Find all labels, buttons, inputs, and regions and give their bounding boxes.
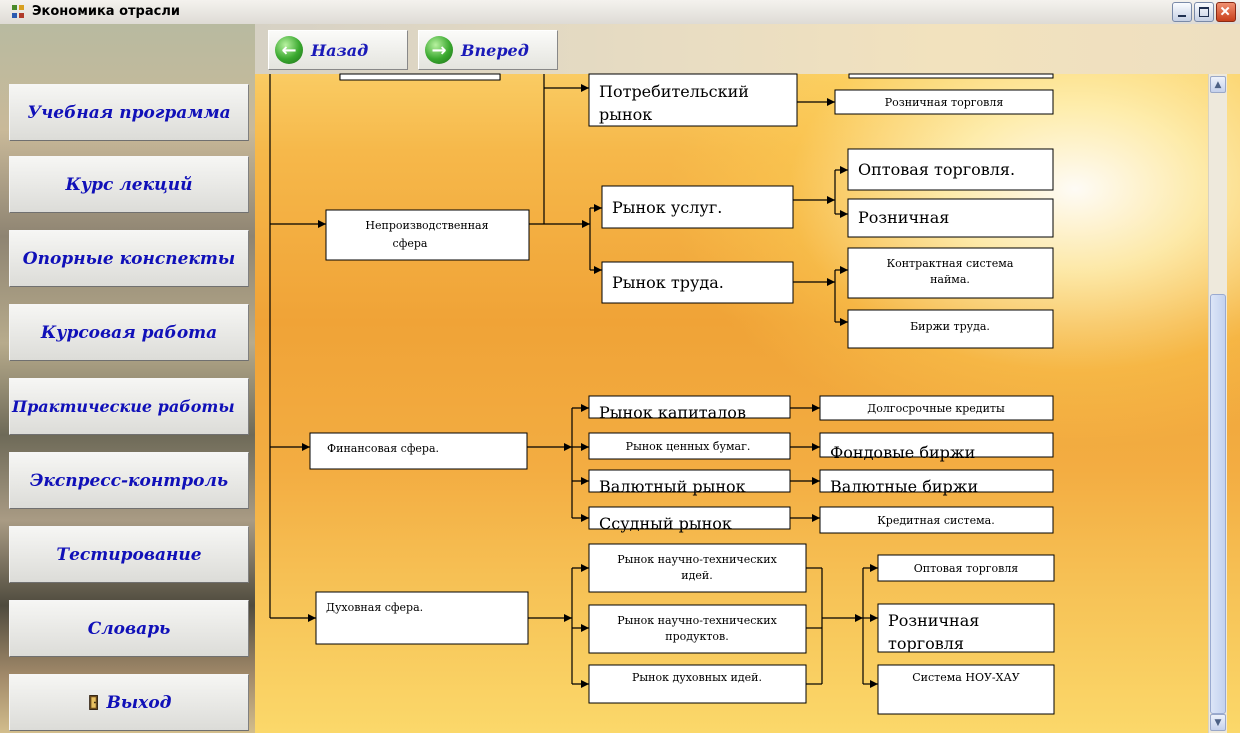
node-nou-hau: Система НОУ-ХАУ	[912, 671, 1020, 684]
node-opt-torg: Оптовая торговля.	[858, 160, 1015, 179]
node-valutny: Валютный рынок	[599, 477, 746, 496]
title-bar: Экономика отрасли	[0, 0, 1240, 24]
node-potreb: Потребительский	[599, 82, 749, 101]
node-duh-idei: Рынок духовных идей.	[632, 671, 762, 684]
node-kreditnaya: Кредитная система.	[877, 514, 994, 527]
node-valutnye-birzhi: Валютные биржи	[830, 477, 978, 496]
node-nauch-idei: идей.	[681, 569, 712, 582]
window-title: Экономика отрасли	[32, 4, 180, 19]
node-truda: Рынок труда.	[612, 273, 724, 292]
node-potreb: рынок	[599, 105, 652, 124]
node-birzhi-truda: Биржи труда.	[910, 320, 990, 333]
node-kontrakt: найма.	[930, 273, 970, 286]
node-kapitalov: Рынок капиталов	[599, 403, 746, 422]
scroll-down-arrow-icon[interactable]: ▼	[1210, 714, 1226, 731]
node-ssudny: Ссудный рынок	[599, 514, 732, 533]
maximize-button[interactable]	[1194, 2, 1214, 22]
scrollbar-thumb[interactable]	[1210, 294, 1226, 714]
node-neproizv: Непроизводственная	[365, 219, 488, 232]
node-dolgosroch: Долгосрочные кредиты	[867, 402, 1005, 415]
minimize-button[interactable]	[1172, 2, 1192, 22]
market-structure-diagram: Потребительский рынок Розничная торговля…	[269, 73, 1055, 715]
node-duhovnaya: Духовная сфера.	[326, 601, 423, 614]
node-rozn-torg2: торговля	[888, 634, 964, 653]
box-duhovnaya	[315, 591, 529, 645]
close-icon	[1220, 6, 1230, 16]
node-rozn-torg-top: Розничная торговля	[885, 96, 1004, 109]
maximize-icon	[1199, 7, 1209, 17]
node-nauch-prod: продуктов.	[665, 630, 729, 643]
node-rozn-torg2: Розничная	[888, 611, 979, 630]
scroll-up-arrow-icon[interactable]: ▲	[1210, 76, 1226, 93]
partial-box-top-right	[848, 73, 1054, 79]
vertical-scrollbar[interactable]: ▲ ▼	[1208, 74, 1227, 733]
node-fondovye: Фондовые биржи	[830, 443, 975, 462]
node-uslug: Рынок услуг.	[612, 198, 722, 217]
node-cennyh: Рынок ценных бумаг.	[626, 440, 751, 453]
minimize-icon	[1178, 15, 1186, 17]
main-content: Учебная программа Курс лекций Опорные ко…	[0, 24, 1240, 733]
partial-box-top-left	[339, 73, 501, 81]
node-neproizv: сфера	[393, 237, 428, 250]
node-nauch-prod: Рынок научно-технических	[617, 614, 777, 627]
node-finans: Финансовая сфера.	[327, 442, 439, 455]
close-button[interactable]	[1216, 2, 1236, 22]
app-tree-icon	[12, 5, 24, 18]
node-nauch-idei: Рынок научно-технических	[617, 553, 777, 566]
node-roznichnaya: Розничная	[858, 208, 949, 227]
node-opt-torg2: Оптовая торговля	[914, 562, 1019, 575]
box-neproizv	[325, 209, 530, 261]
box-nauch-idei	[588, 543, 807, 593]
node-kontrakt: Контрактная система	[887, 257, 1014, 270]
box-nauch-prod	[588, 604, 807, 654]
